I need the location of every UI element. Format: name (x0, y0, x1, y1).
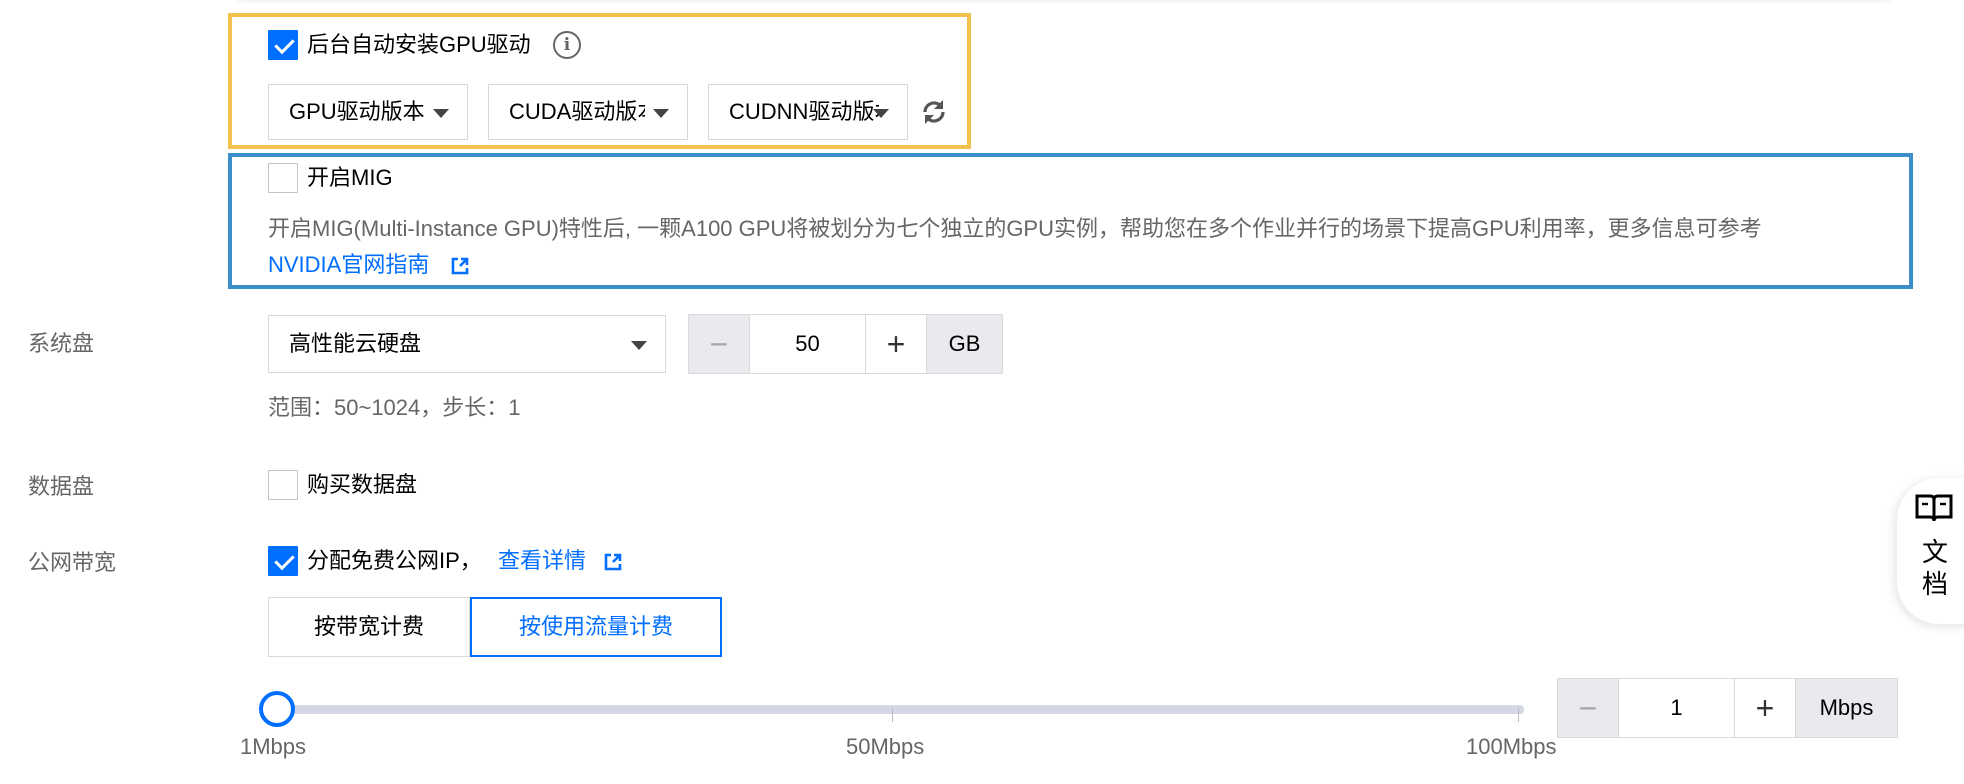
auto-install-gpu-label: 后台自动安装GPU驱动 (307, 32, 531, 57)
chevron-down-icon (631, 341, 647, 350)
system-disk-label: 系统盘 (28, 331, 95, 356)
increase-button[interactable]: + (1735, 679, 1795, 737)
buy-data-disk-label: 购买数据盘 (307, 472, 418, 497)
bandwidth-label: 公网带宽 (28, 550, 117, 575)
bandwidth-value[interactable]: 1 (1618, 679, 1735, 737)
bandwidth-stepper: − 1 + Mbps (1557, 678, 1898, 738)
refresh-icon[interactable] (919, 97, 949, 127)
docs-label-line1: 文 (1922, 537, 1949, 567)
chevron-down-icon (873, 109, 889, 118)
decrease-button[interactable]: − (689, 315, 749, 373)
system-disk-range-hint: 范围：50~1024，步长：1 (268, 395, 521, 420)
chevron-down-icon (433, 109, 449, 118)
slider-mid-label: 50Mbps (846, 734, 925, 759)
nvidia-guide-link[interactable]: NVIDIA官网指南 (268, 250, 429, 280)
gpu-driver-version-select[interactable]: GPU驱动版本 (268, 84, 468, 140)
enable-mig-checkbox[interactable] (268, 163, 298, 193)
system-disk-size-stepper: − 50 + GB (688, 314, 1003, 374)
data-disk-label: 数据盘 (28, 474, 95, 499)
cuda-driver-version-value: CUDA驱动版本 (509, 99, 645, 124)
view-details-link[interactable]: 查看详情 (498, 546, 586, 576)
system-disk-type-select[interactable]: 高性能云硬盘 (268, 315, 666, 373)
enable-mig-label: 开启MIG (307, 165, 393, 190)
auto-install-gpu-checkbox[interactable] (268, 30, 298, 60)
bandwidth-slider-handle[interactable] (259, 691, 295, 727)
info-icon[interactable]: i (553, 31, 581, 59)
bandwidth-slider-track[interactable] (274, 705, 1524, 714)
bandwidth-unit: Mbps (1795, 679, 1897, 737)
slider-tick (1518, 708, 1519, 722)
external-link-icon[interactable] (603, 552, 623, 572)
increase-button[interactable]: + (866, 315, 926, 373)
cudnn-driver-version-value: CUDNN驱动版本 (729, 99, 879, 124)
book-icon (1915, 494, 1953, 522)
slider-min-label: 1Mbps (240, 734, 307, 759)
chevron-down-icon (653, 109, 669, 118)
cudnn-driver-version-select[interactable]: CUDNN驱动版本 (708, 84, 908, 140)
free-public-ip-label: 分配免费公网IP， (307, 548, 482, 573)
docs-label-line2: 档 (1922, 569, 1949, 599)
tab-bill-by-bandwidth[interactable]: 按带宽计费 (268, 597, 470, 657)
system-disk-unit: GB (926, 315, 1002, 373)
decrease-button[interactable]: − (1558, 679, 1618, 737)
gpu-driver-version-value: GPU驱动版本 (289, 99, 425, 124)
system-disk-type-value: 高性能云硬盘 (289, 331, 422, 356)
mig-description: 开启MIG(Multi-Instance GPU)特性后, 一颗A100 GPU… (268, 216, 1762, 241)
system-disk-size-value[interactable]: 50 (749, 315, 866, 373)
slider-tick (892, 708, 893, 722)
free-public-ip-checkbox[interactable] (268, 546, 298, 576)
buy-data-disk-checkbox[interactable] (268, 470, 298, 500)
cuda-driver-version-select[interactable]: CUDA驱动版本 (488, 84, 688, 140)
tab-bill-by-traffic[interactable]: 按使用流量计费 (470, 597, 722, 657)
slider-max-label: 100Mbps (1466, 734, 1557, 759)
external-link-icon[interactable] (450, 256, 470, 276)
